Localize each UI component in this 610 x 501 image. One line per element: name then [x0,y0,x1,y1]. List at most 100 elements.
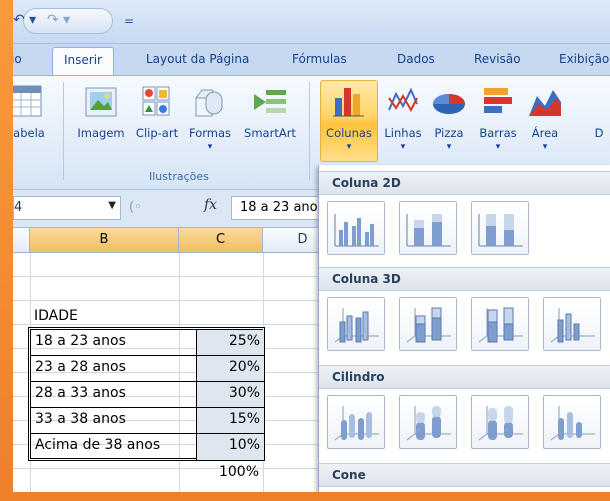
formas-dropdown-arrow: ▾ [207,142,213,152]
colunas-dropdown-arrow: ▾ [346,142,352,152]
3d-clustered-column-icon [334,308,379,343]
selected-range[interactable]: 18 a 23 anos 25% 23 a 28 anos 20% 28 a 3… [30,329,264,460]
area-button[interactable]: Área ▾ [525,84,565,154]
cell-label[interactable]: Acima de 38 anos [31,434,196,458]
cell-idade-header[interactable]: IDADE [30,305,179,329]
chart-type-3d-stacked-column[interactable] [399,297,457,351]
smartart-label: SmartArt [244,126,296,140]
name-box[interactable]: 4 ▼ [13,196,121,220]
gallery-section-cone: Cone [319,463,610,487]
linhas-label: Linhas [384,126,422,140]
stacked-column-icon [406,214,451,247]
100-stacked-column-icon [478,214,523,247]
column-header-c[interactable]: C [179,228,263,253]
cell-label[interactable]: 33 a 38 anos [31,408,196,432]
insert-function-icon[interactable]: fx [204,197,217,213]
tab-dados[interactable]: Dados [397,52,435,66]
customize-toolbar-button[interactable]: = [124,14,134,28]
column-header-a[interactable] [13,228,30,253]
imagem-button[interactable]: Imagem [73,84,129,140]
gallery-section-coluna-2d: Coluna 2D [319,171,610,195]
cell-value[interactable]: 20% [196,356,264,380]
barras-dropdown-arrow: ▾ [495,142,501,152]
barras-button[interactable]: Barras ▾ [475,84,521,154]
shapes-icon [195,89,223,117]
3d-stacked-column-icon [406,307,451,343]
formas-button[interactable]: Formas ▾ [183,84,237,154]
formas-label: Formas [188,126,231,140]
column-chart-gallery: Coluna 2D Coluna 3D Cilindro Cone [318,165,610,492]
tab-inserir[interactable]: Inserir [52,47,114,76]
clipart-icon [142,86,170,116]
picture-icon [85,87,117,117]
ilustracoes-group-label: Ilustrações [149,170,209,183]
clipart-button[interactable]: Clip-art [129,84,185,140]
colunas-label: Colunas [326,126,372,140]
table-icon [13,85,42,117]
name-box-dropdown-icon[interactable]: ▼ [108,200,116,211]
excel-window: ↶ ▾ ↷ ▾ = io Inserir Layout da Página Fó… [13,0,610,492]
cell-total[interactable]: 100% [179,461,263,485]
tab-layout-da-pagina[interactable]: Layout da Página [146,52,249,66]
pie-chart-icon [433,94,465,114]
colunas-button[interactable]: Colunas ▾ [320,84,378,154]
formula-bar-handle[interactable]: (◦ [129,200,142,218]
scatter-chart-icon [589,84,609,120]
chart-type-clustered-column[interactable] [327,201,385,255]
chart-type-3d-column[interactable] [543,297,601,351]
cell-value[interactable]: 30% [196,382,264,406]
cell-label[interactable]: 23 a 28 anos [31,356,196,380]
pizza-dropdown-arrow: ▾ [446,142,452,152]
chart-type-100-stacked-cylinder[interactable] [471,395,529,449]
100-stacked-cylinder-icon [478,406,523,441]
orange-frame: ↶ ▾ ↷ ▾ = io Inserir Layout da Página Fó… [0,0,610,501]
cell-label[interactable]: 28 a 33 anos [31,382,196,406]
undo-icon[interactable]: ↶ ▾ [13,12,36,32]
ribbon-tabs: io Inserir Layout da Página Fórmulas Dad… [13,44,610,76]
linhas-dropdown-arrow: ▾ [400,142,406,152]
group-separator [63,82,64,180]
3d-100-stacked-column-icon [478,307,523,343]
smartart-icon [254,90,286,113]
tab-revisao[interactable]: Revisão [474,52,521,66]
chart-type-3d-cylinder[interactable] [543,395,601,449]
area-dropdown-arrow: ▾ [542,142,548,152]
cell-value[interactable]: 25% [196,330,264,354]
tabela-button[interactable]: abela [13,84,55,140]
chart-type-3d-clustered-column[interactable] [327,297,385,351]
chart-type-3d-100-stacked-column[interactable] [471,297,529,351]
group-separator [309,82,310,180]
quick-access-toolbar: ↶ ▾ ↷ ▾ = [13,0,610,44]
clustered-column-icon [334,214,379,247]
tabela-label: abela [13,126,45,140]
stacked-cylinder-icon [406,406,451,441]
cell-value[interactable]: 15% [196,408,264,432]
pizza-button[interactable]: Pizza ▾ [427,84,471,154]
dispersao-label: D [594,126,604,140]
chart-type-clustered-cylinder[interactable] [327,395,385,449]
cell-label[interactable]: 18 a 23 anos [31,330,196,354]
tab-formulas[interactable]: Fórmulas [292,52,347,66]
3d-column-icon [550,308,595,343]
chart-type-stacked-cylinder[interactable] [399,395,457,449]
gallery-section-cilindro: Cilindro [319,365,610,389]
barras-label: Barras [479,126,517,140]
cell-value[interactable]: 10% [196,434,264,458]
tab-exibicao[interactable]: Exibição [559,52,609,66]
chart-type-stacked-column[interactable] [399,201,457,255]
column-chart-icon [333,88,364,117]
linhas-button[interactable]: Linhas ▾ [381,84,425,154]
chart-type-100-stacked-column[interactable] [471,201,529,255]
smartart-button[interactable]: SmartArt [239,84,301,140]
column-header-b[interactable]: B [30,228,179,253]
gallery-section-coluna-3d: Coluna 3D [319,267,610,291]
area-chart-icon [529,90,561,116]
tab-inicio[interactable]: io [13,52,22,66]
pizza-label: Pizza [434,126,464,140]
3d-cylinder-icon [550,406,595,441]
clipart-label: Clip-art [135,126,179,140]
name-box-value: 4 [14,200,23,215]
redo-icon[interactable]: ↷ ▾ [47,12,70,32]
dispersao-button[interactable]: D [587,84,610,140]
imagem-label: Imagem [77,126,125,140]
